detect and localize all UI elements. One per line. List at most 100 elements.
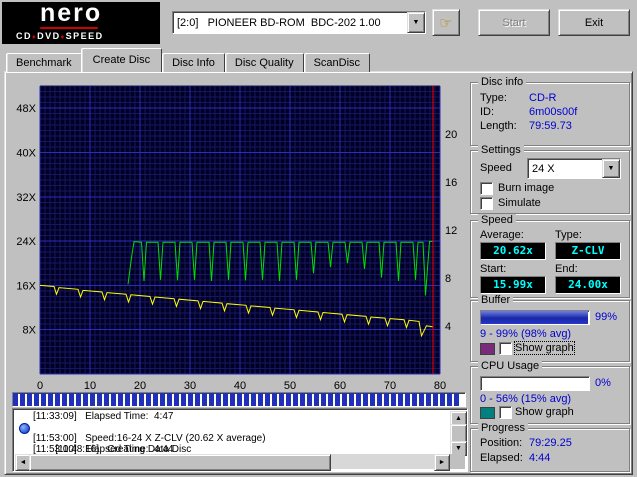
left-axis-tick: 16X xyxy=(16,280,36,292)
tab-disc-info-label: Disc Info xyxy=(172,57,215,69)
left-axis-tick: 40X xyxy=(16,147,36,159)
select-burn-button[interactable]: ☞ xyxy=(432,9,460,36)
start-speed-display: 15.99x xyxy=(480,276,546,294)
settings-group: Settings Speed 24 X ▼ Burn image Simulat… xyxy=(470,144,630,214)
scroll-right-button[interactable]: ► xyxy=(434,454,450,471)
disc-type-value: CD-R xyxy=(529,92,557,104)
cpu-usage-title: CPU Usage xyxy=(478,360,543,372)
progress-title: Progress xyxy=(478,422,529,434)
speed-select-dropdown-button[interactable]: ▼ xyxy=(602,159,620,178)
left-axis-tick: 32X xyxy=(16,192,36,204)
disc-length-label: Length: xyxy=(480,120,517,132)
right-axis-tick: 12 xyxy=(445,225,457,237)
simulate-label: Simulate xyxy=(498,197,541,209)
x-axis-tick: 80 xyxy=(434,380,446,392)
burn-image-checkbox[interactable] xyxy=(480,182,493,195)
log-line-text: [11:33:09] Elapsed Time: 4:47 xyxy=(33,411,174,422)
x-axis-tick: 70 xyxy=(384,380,396,392)
progress-group: Progress Position: 79:29.25 Elapsed: 4:4… xyxy=(470,422,630,472)
cpu-show-graph-label: Show graph xyxy=(515,406,574,418)
nero-logo-swoosh xyxy=(40,27,98,29)
log-lines: [11:33:09] Elapsed Time: 4:47 [11:48:16]… xyxy=(15,411,450,455)
log-vertical-scrollbar[interactable]: ▲ ▼ xyxy=(450,411,467,456)
right-axis-tick: 8 xyxy=(445,273,451,285)
average-label: Average: xyxy=(480,229,524,241)
disc-id-value: 6m00s00f xyxy=(529,106,578,118)
tab-disc-info[interactable]: Disc Info xyxy=(162,53,225,72)
buffer-show-graph-label: Show graph xyxy=(514,341,575,355)
x-axis-tick: 10 xyxy=(84,380,96,392)
x-axis-tick: 30 xyxy=(184,380,196,392)
arrow-down-icon: ▼ xyxy=(455,445,462,452)
logo-sub-speed: SPEED xyxy=(65,31,104,41)
tab-create-disc[interactable]: Create Disc xyxy=(80,48,163,72)
left-axis-tick: 8X xyxy=(23,325,37,337)
start-label: Start: xyxy=(480,263,507,275)
buffer-show-graph-checkbox[interactable] xyxy=(499,342,512,355)
arrow-left-icon: ◄ xyxy=(19,459,27,466)
buffer-range-text: 9 - 99% (98% avg) xyxy=(480,328,572,340)
disc-id-label: ID: xyxy=(480,106,495,118)
speed-chart-svg: 8X 16X 24X 32X 40X 48X 4 8 12 16 20 0 10 20 30 40 50 60 70… xyxy=(16,85,457,392)
logo-sub-cd: CD xyxy=(16,31,32,41)
tab-bar: Benchmark Create Disc Disc Info Disc Qua… xyxy=(6,48,371,72)
chevron-down-icon: ▼ xyxy=(607,165,615,172)
arrow-up-icon: ▲ xyxy=(455,415,462,422)
chevron-down-icon: ▼ xyxy=(412,19,420,26)
tab-benchmark[interactable]: Benchmark xyxy=(6,53,82,72)
type-label: Type: xyxy=(555,229,582,241)
nero-logo: nero CD♦DVD♦SPEED xyxy=(2,0,160,44)
log-line: [11:33:09] Elapsed Time: 4:47 xyxy=(15,411,450,422)
tab-scandisc[interactable]: ScanDisc xyxy=(303,53,371,72)
write-progress-bar xyxy=(12,392,466,407)
settings-title: Settings xyxy=(478,144,524,156)
logo-sub-dvd: DVD xyxy=(37,31,61,41)
drive-select-combobox[interactable]: [2:0] PIONEER BD-ROM BDC-202 1.00 ▼ xyxy=(172,11,426,34)
arrow-right-icon: ► xyxy=(438,459,446,466)
log-line: [11:48:16] Creating Data Disc xyxy=(15,422,450,455)
end-speed-display: 24.00x xyxy=(555,276,621,294)
write-type-display: Z-CLV xyxy=(555,242,621,260)
speed-select-combobox[interactable]: 24 X ▼ xyxy=(527,158,621,179)
buffer-group: Buffer 99% 9 - 99% (98% avg) Show graph xyxy=(470,294,630,362)
right-axis-tick: 16 xyxy=(445,177,457,189)
cpu-graph-swatch xyxy=(480,407,495,419)
exit-button[interactable]: Exit xyxy=(558,9,630,36)
elapsed-label: Elapsed: xyxy=(480,452,523,464)
buffer-bar-fill xyxy=(481,311,588,324)
tab-disc-quality[interactable]: Disc Quality xyxy=(224,53,304,72)
scrollbar-corner xyxy=(450,454,465,469)
speed-group: Speed Average: Type: 20.62x Z-CLV Start:… xyxy=(470,214,630,298)
cpu-percent: 0% xyxy=(595,377,611,389)
left-axis-tick: 24X xyxy=(16,236,36,248)
left-axis-tick: 48X xyxy=(16,103,36,115)
average-speed-display: 20.62x xyxy=(480,242,546,260)
hscroll-thumb[interactable] xyxy=(29,454,331,471)
speed-select-value: 24 X xyxy=(532,162,555,175)
main-progress-fill xyxy=(13,393,461,406)
disc-length-value: 79:59.73 xyxy=(529,120,572,132)
right-axis-tick: 20 xyxy=(445,129,457,141)
disc-info-group: Disc info Type: CD-R ID: 6m00s00f Length… xyxy=(470,76,630,146)
cpu-show-graph-checkbox[interactable] xyxy=(499,406,512,419)
buffer-title: Buffer xyxy=(478,294,514,306)
cpu-usage-group: CPU Usage 0% 0 - 56% (15% avg) Show grap… xyxy=(470,360,630,424)
log-horizontal-scrollbar[interactable]: ◄ ► xyxy=(15,454,450,471)
end-label: End: xyxy=(555,263,578,275)
exit-button-label: Exit xyxy=(584,16,604,29)
position-value: 79:29.25 xyxy=(529,437,572,449)
disc-type-label: Type: xyxy=(480,92,507,104)
right-axis-tick: 4 xyxy=(445,321,451,333)
buffer-level-bar xyxy=(480,310,590,325)
drive-select-value: [2:0] PIONEER BD-ROM BDC-202 1.00 xyxy=(177,16,381,29)
log-line-text: [11:53:00] Speed:16-24 X Z-CLV (20.62 X … xyxy=(33,433,266,444)
log-listbox[interactable]: [11:33:09] Elapsed Time: 4:47 [11:48:16]… xyxy=(12,408,468,472)
tab-scandisc-label: ScanDisc xyxy=(313,57,361,69)
simulate-checkbox[interactable] xyxy=(480,197,493,210)
x-axis-tick: 60 xyxy=(334,380,346,392)
elapsed-value: 4:44 xyxy=(529,452,551,464)
x-axis-tick: 50 xyxy=(284,380,296,392)
drive-select-dropdown-button[interactable]: ▼ xyxy=(407,12,425,33)
log-line: [11:53:00] Speed:16-24 X Z-CLV (20.62 X … xyxy=(15,433,450,444)
start-button[interactable]: Start xyxy=(478,9,550,36)
